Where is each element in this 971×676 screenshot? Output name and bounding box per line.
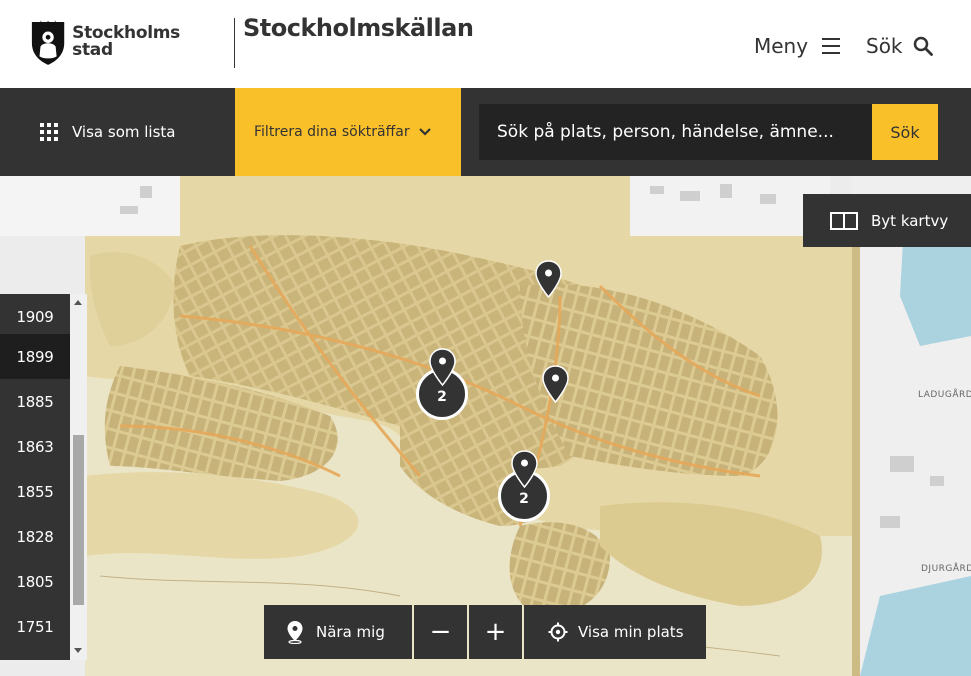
menu-button[interactable]: Meny	[754, 34, 841, 58]
year-item-1863[interactable]: 1863	[0, 424, 70, 469]
map-pin-icon	[429, 348, 456, 386]
crosshair-icon	[548, 622, 568, 642]
scroll-down-arrow-icon[interactable]	[74, 648, 82, 653]
search-icon	[913, 36, 933, 56]
filter-label: Filtrera dina sökträffar	[254, 124, 410, 140]
show-my-location-label: Visa min plats	[578, 623, 684, 641]
map-pin-icon[interactable]	[542, 365, 569, 403]
historical-map-canvas[interactable]	[0, 176, 971, 676]
cluster-count: 2	[519, 491, 529, 507]
search-submit-button[interactable]: Sök	[872, 104, 938, 160]
city-shield-icon	[31, 20, 65, 65]
search-input[interactable]	[479, 104, 872, 160]
near-me-label: Nära mig	[316, 623, 385, 641]
switch-map-view-label: Byt kartvy	[871, 211, 949, 230]
chevron-down-icon	[418, 128, 431, 136]
map-cluster[interactable]: 2	[498, 450, 552, 522]
map-view[interactable]: LADUGÅRD DJURGÅRD 2 2 Byt kartvy 1909 18…	[0, 176, 971, 676]
show-my-location-button[interactable]: Visa min plats	[524, 605, 706, 659]
split-view-icon	[830, 211, 858, 230]
show-as-list-label: Visa som lista	[72, 123, 176, 141]
year-item-1751[interactable]: 1751	[0, 604, 70, 649]
switch-map-view-button[interactable]: Byt kartvy	[803, 194, 971, 247]
menu-label: Meny	[754, 34, 809, 58]
logo-text: Stockholms stad	[72, 25, 180, 59]
map-pin-icon[interactable]	[535, 260, 562, 298]
near-me-button[interactable]: Nära mig	[264, 605, 412, 659]
show-as-list-button[interactable]: Visa som lista	[0, 88, 235, 176]
map-label-djurgard: DJURGÅRD	[921, 564, 971, 574]
cluster-count: 2	[437, 389, 447, 405]
site-title[interactable]: Stockholmskällan	[243, 14, 474, 42]
header-divider	[234, 18, 235, 68]
year-item-1855[interactable]: 1855	[0, 469, 70, 514]
search-label: Sök	[866, 34, 903, 58]
search-toolbar: Visa som lista Filtrera dina sökträffar …	[0, 88, 971, 176]
zoom-in-button[interactable]: +	[469, 605, 522, 659]
year-scrollbar-thumb[interactable]	[73, 435, 84, 605]
year-item-1909[interactable]: 1909	[0, 294, 70, 339]
map-label-ladugard: LADUGÅRD	[918, 390, 971, 400]
header-search-button[interactable]: Sök	[866, 34, 933, 58]
grid-icon	[40, 123, 58, 141]
year-selector: 1909 1899 1885 1863 1855 1828 1805 1751	[0, 294, 87, 660]
map-pin-icon	[511, 450, 538, 488]
year-item-1899[interactable]: 1899	[0, 334, 70, 379]
scroll-up-arrow-icon[interactable]	[74, 300, 82, 305]
year-item-1828[interactable]: 1828	[0, 514, 70, 559]
stockholm-logo[interactable]: Stockholms stad	[30, 16, 180, 68]
site-header: Stockholms stad Stockholmskällan Meny Sö…	[0, 0, 971, 88]
location-pin-icon	[287, 621, 303, 644]
hamburger-icon	[822, 38, 841, 54]
zoom-out-button[interactable]: −	[414, 605, 467, 659]
year-item-1805[interactable]: 1805	[0, 559, 70, 604]
filter-results-button[interactable]: Filtrera dina sökträffar	[235, 88, 461, 176]
year-item-1885[interactable]: 1885	[0, 379, 70, 424]
logo-line-2: stad	[72, 40, 113, 60]
map-cluster[interactable]: 2	[416, 348, 470, 420]
